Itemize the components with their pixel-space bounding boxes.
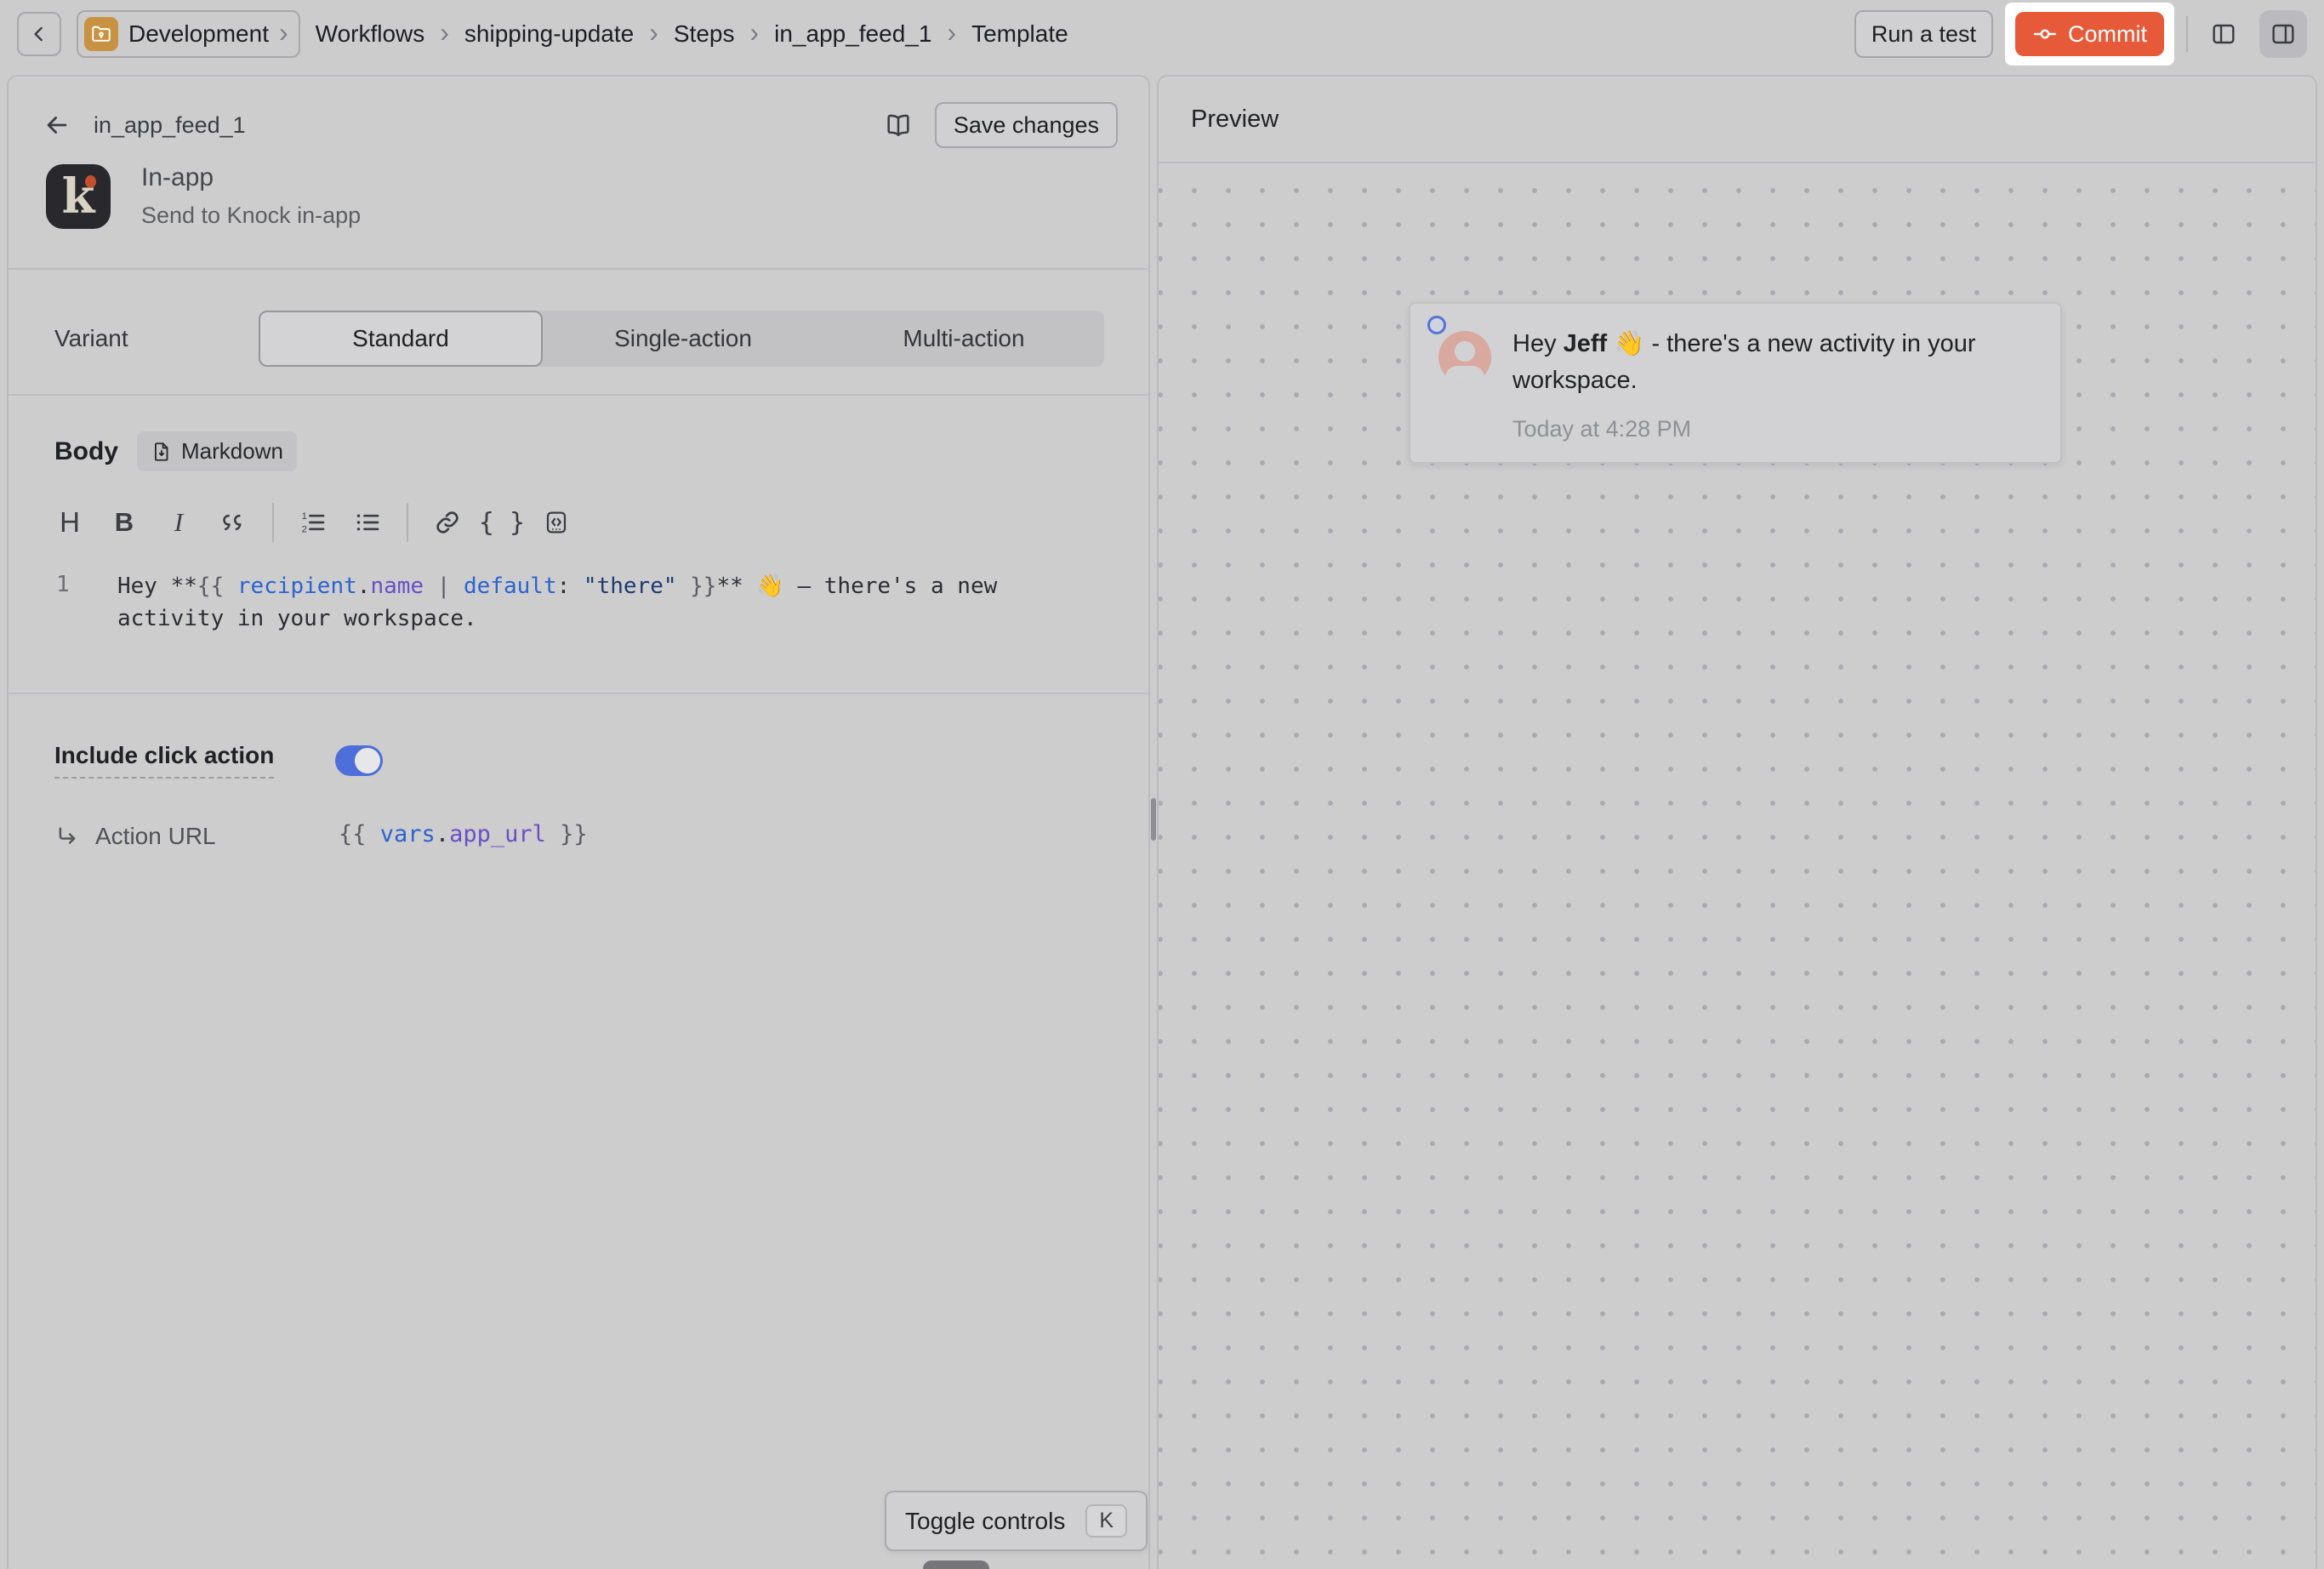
divider — [407, 503, 408, 542]
main-content: in_app_feed_1 Save changes k In-app Send… — [0, 68, 2324, 1569]
tab-single-action[interactable]: Single-action — [543, 311, 823, 367]
include-click-action-label: Include click action — [54, 742, 274, 779]
topbar-actions: Run a test Commit — [1854, 3, 2307, 66]
liquid-braces-icon[interactable]: { } — [478, 500, 526, 545]
chevron-right-icon: › — [440, 19, 449, 49]
breadcrumb: Workflows › shipping-update › Steps › in… — [316, 19, 1068, 49]
arrow-left-icon[interactable] — [43, 111, 71, 140]
hidden-control-peek — [923, 1560, 989, 1569]
click-action-section: Include click action Action URL {{ vars.… — [9, 694, 1148, 850]
notification-message: Hey Jeff 👋 - there's a new activity in y… — [1512, 326, 2026, 399]
notification-preview-card[interactable]: Hey Jeff 👋 - there's a new activity in y… — [1409, 302, 2062, 464]
person-icon — [1455, 341, 1475, 362]
heading-icon[interactable]: H — [46, 500, 94, 545]
template-body-code[interactable]: Hey **{{ recipient.name | default: "ther… — [117, 570, 1022, 635]
body-editor-section: Body Markdown H B I — [9, 396, 1148, 694]
layout-right-icon — [2270, 20, 2297, 48]
preview-panel: Preview Hey Jeff 👋 - there's a new activ… — [1157, 75, 2317, 1569]
back-button[interactable] — [17, 12, 61, 56]
notification-timestamp: Today at 4:28 PM — [1512, 416, 2060, 442]
chevron-right-icon: › — [279, 19, 288, 49]
variant-label: Variant — [54, 325, 259, 352]
breadcrumb-template[interactable]: Template — [971, 20, 1068, 48]
knock-logo: k — [46, 164, 111, 229]
preview-title: Preview — [1191, 106, 1279, 134]
commit-spotlight: Commit — [2005, 3, 2174, 66]
bullet-list-icon[interactable] — [344, 500, 391, 545]
channel-info: k In-app Send to Knock in-app — [9, 158, 1148, 270]
toggle-left-panel-button[interactable] — [2200, 10, 2247, 58]
breadcrumb-workflow-name[interactable]: shipping-update — [464, 20, 634, 48]
action-url-row: Action URL {{ vars.app_url }} — [54, 823, 1102, 850]
layout-left-icon — [2210, 20, 2237, 48]
chevron-right-icon: › — [749, 19, 759, 49]
markdown-file-icon — [151, 441, 173, 463]
commit-button[interactable]: Commit — [2015, 12, 2164, 56]
preview-canvas: Hey Jeff 👋 - there's a new activity in y… — [1159, 163, 2315, 1569]
italic-icon[interactable]: I — [155, 500, 202, 545]
svg-text:2: 2 — [302, 524, 307, 534]
recipient-name: Jeff — [1564, 330, 1608, 357]
unread-indicator — [1427, 316, 1446, 334]
link-icon[interactable] — [424, 500, 471, 545]
formatting-toolbar: H B I 1 2 — [9, 471, 1148, 545]
breadcrumb-workflows[interactable]: Workflows — [316, 20, 425, 48]
panel-resizer — [1150, 75, 1157, 1569]
environment-switcher[interactable]: Development › — [77, 10, 300, 58]
bold-icon[interactable]: B — [100, 500, 148, 545]
save-changes-button[interactable]: Save changes — [935, 102, 1118, 148]
docs-button[interactable] — [880, 107, 916, 143]
toggle-controls-button[interactable]: Toggle controls K — [885, 1491, 1148, 1551]
channel-subtitle: Send to Knock in-app — [141, 203, 361, 229]
action-url-value[interactable]: {{ vars.app_url }} — [339, 821, 588, 847]
editor-header: in_app_feed_1 Save changes — [9, 77, 1148, 158]
chevron-right-icon: › — [649, 19, 658, 49]
divider — [272, 503, 274, 542]
tab-standard[interactable]: Standard — [259, 311, 543, 367]
tab-multi-action[interactable]: Multi-action — [823, 311, 1104, 367]
preview-header: Preview — [1159, 77, 2315, 163]
blockquote-icon[interactable] — [209, 500, 257, 545]
breadcrumb-step-name[interactable]: in_app_feed_1 — [774, 20, 931, 48]
body-label: Body — [54, 437, 118, 466]
avatar — [1438, 331, 1491, 384]
breadcrumb-steps[interactable]: Steps — [674, 20, 735, 48]
template-editor-panel: in_app_feed_1 Save changes k In-app Send… — [7, 75, 1150, 1569]
topbar: Development › Workflows › shipping-updat… — [0, 0, 2324, 68]
resize-handle[interactable] — [1151, 798, 1156, 841]
step-name: in_app_feed_1 — [94, 112, 246, 139]
environment-label: Development — [128, 20, 269, 48]
run-test-button[interactable]: Run a test — [1854, 10, 1993, 58]
commit-icon — [2032, 21, 2058, 47]
include-click-action-toggle[interactable] — [335, 745, 383, 776]
code-block-icon[interactable] — [533, 500, 580, 545]
channel-title: In-app — [141, 163, 361, 192]
toggle-right-panel-button[interactable] — [2259, 10, 2307, 58]
variant-selector-row: Variant Standard Single-action Multi-act… — [9, 270, 1148, 396]
action-url-label: Action URL — [95, 823, 216, 850]
folder-lock-icon — [84, 17, 118, 51]
chevron-right-icon: › — [947, 19, 956, 49]
divider — [2186, 16, 2188, 52]
chevron-left-icon — [28, 23, 50, 45]
format-badge[interactable]: Markdown — [137, 431, 297, 471]
book-icon — [884, 111, 913, 140]
svg-text:1: 1 — [302, 511, 307, 522]
arrow-down-right-icon — [54, 824, 80, 849]
variant-segmented-control: Standard Single-action Multi-action — [259, 311, 1104, 367]
body-code-editor[interactable]: 1 Hey **{{ recipient.name | default: "th… — [9, 545, 1148, 693]
line-number: 1 — [56, 570, 94, 635]
keyboard-shortcut-badge: K — [1085, 1504, 1127, 1538]
ordered-list-icon[interactable]: 1 2 — [289, 500, 337, 545]
